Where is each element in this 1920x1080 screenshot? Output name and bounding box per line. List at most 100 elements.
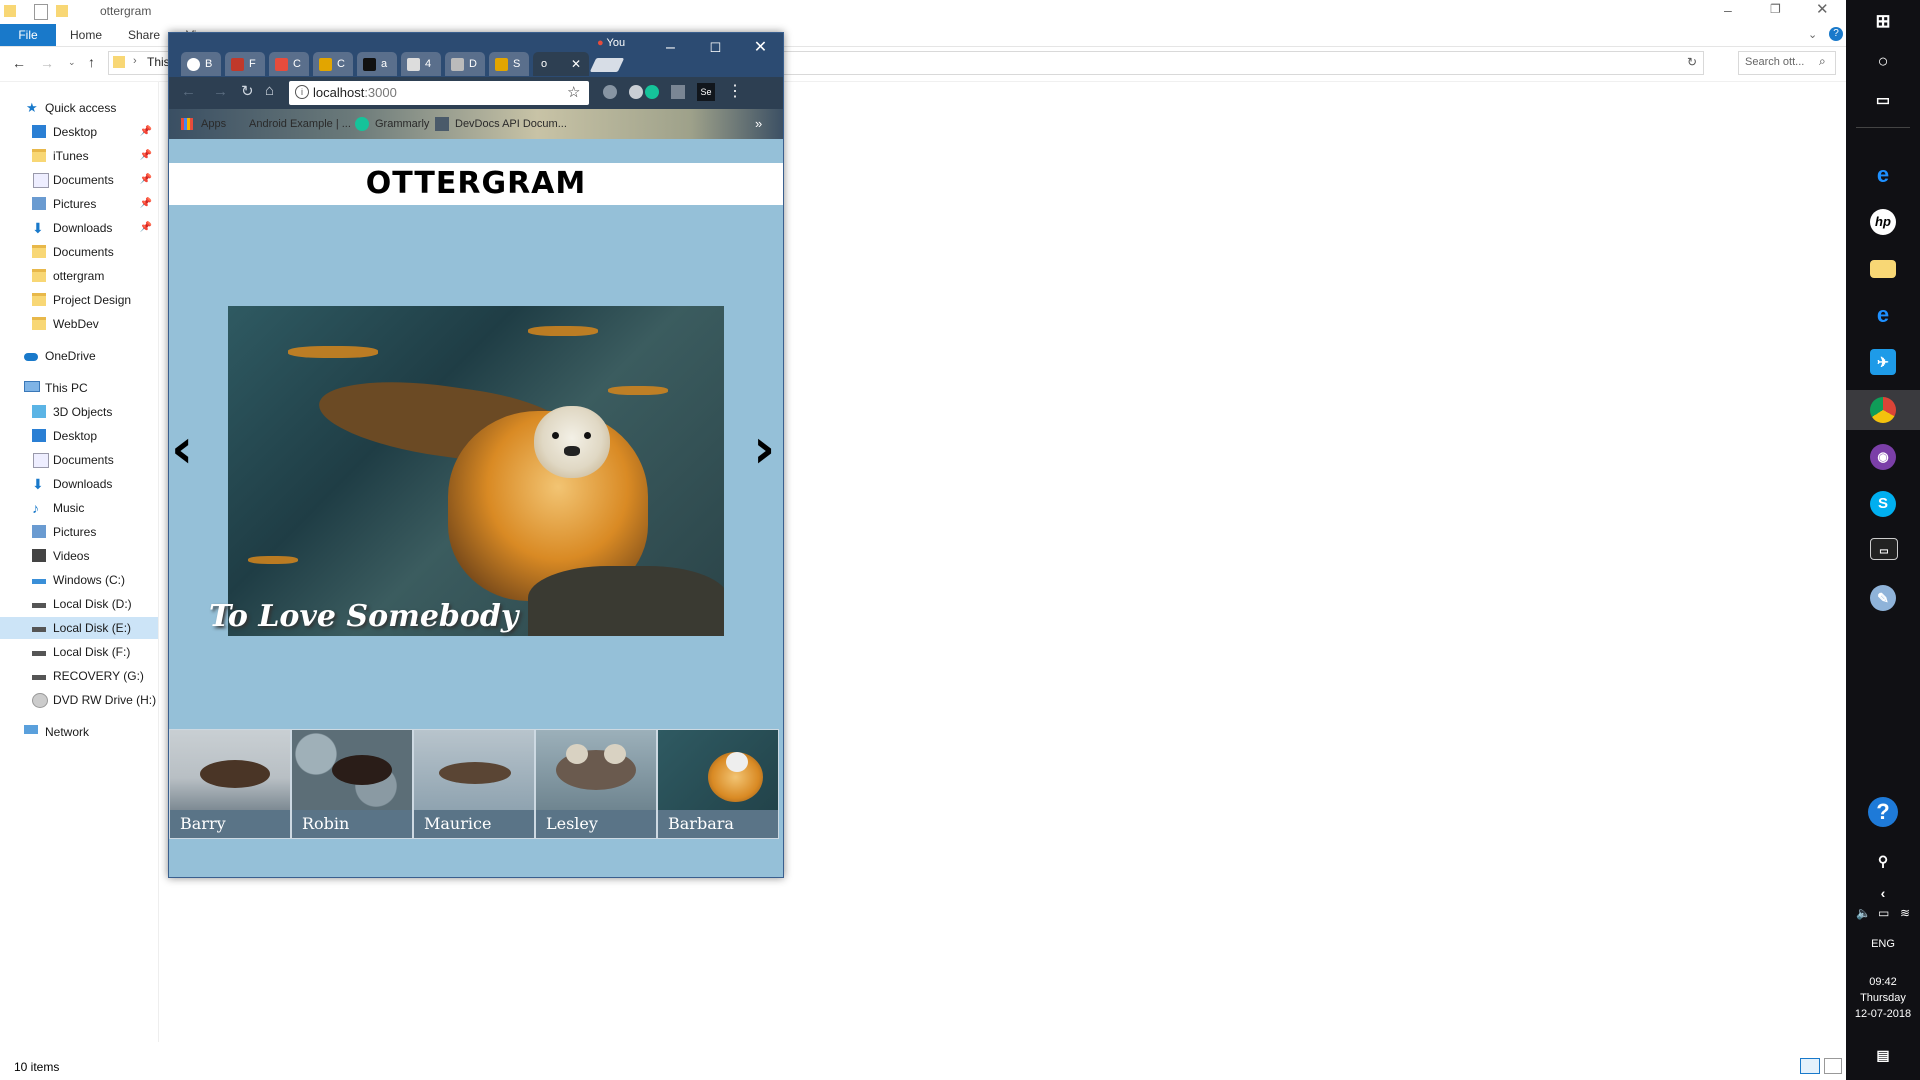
nav-item-ottergram[interactable]: ottergram bbox=[0, 265, 158, 287]
omnibox[interactable]: i localhost:3000 ☆ bbox=[289, 81, 589, 105]
previous-arrow-button[interactable]: ‹ bbox=[171, 422, 193, 476]
action-center-icon[interactable]: ▤ bbox=[1870, 1042, 1896, 1068]
nav-item-downloads[interactable]: ⬇ Downloads 📌 bbox=[0, 217, 158, 239]
restore-button[interactable]: ❐ bbox=[1770, 2, 1781, 16]
browser-tab[interactable]: a bbox=[357, 52, 397, 76]
profile-button[interactable]: ● You bbox=[597, 37, 625, 49]
pin-icon[interactable]: 📌 bbox=[140, 217, 152, 239]
task-view-icon[interactable]: ▭ bbox=[1870, 88, 1896, 114]
selenium-icon[interactable]: Se bbox=[697, 83, 715, 101]
tab-file[interactable]: File bbox=[0, 24, 56, 46]
help-icon[interactable]: ? bbox=[1829, 27, 1843, 41]
new-folder-icon[interactable] bbox=[56, 5, 68, 17]
battery-icon[interactable]: ▭ bbox=[1878, 906, 1889, 920]
close-button[interactable]: ✕ bbox=[738, 33, 783, 63]
minimize-button[interactable]: – bbox=[1724, 2, 1732, 18]
back-icon[interactable]: ← bbox=[181, 83, 196, 100]
nav-item-3d-objects[interactable]: 3D Objects bbox=[0, 401, 158, 423]
large-icons-view-icon[interactable] bbox=[1824, 1058, 1842, 1074]
forward-icon[interactable]: → bbox=[40, 55, 54, 71]
details-view-icon[interactable] bbox=[1800, 1058, 1820, 1074]
nav-item-recovery-g[interactable]: RECOVERY (G:) bbox=[0, 665, 158, 687]
apps-icon[interactable] bbox=[181, 118, 193, 130]
nav-item-webdev[interactable]: WebDev bbox=[0, 313, 158, 335]
new-tab-button[interactable] bbox=[589, 58, 625, 72]
nav-item-windows-c[interactable]: Windows (C:) bbox=[0, 569, 158, 591]
help-icon[interactable]: ? bbox=[1868, 797, 1898, 827]
bookmark-devdocs[interactable]: DevDocs API Docum... bbox=[455, 109, 567, 139]
ribbon-expand-icon[interactable]: ⌄ bbox=[1808, 28, 1817, 41]
tab-share[interactable]: Share bbox=[128, 24, 160, 46]
nav-item-disk-d[interactable]: Local Disk (D:) bbox=[0, 593, 158, 615]
store-app-icon[interactable]: ✈ bbox=[1870, 349, 1896, 375]
nav-this-pc[interactable]: This PC bbox=[0, 377, 158, 399]
language-indicator[interactable]: ENG bbox=[1846, 938, 1920, 950]
browser-tab[interactable]: C bbox=[269, 52, 309, 76]
thumbnail-item[interactable]: Maurice bbox=[413, 729, 535, 839]
grammarly-icon[interactable] bbox=[645, 85, 659, 99]
extension-icon[interactable] bbox=[629, 85, 643, 99]
clock-time[interactable]: 09:42 bbox=[1846, 976, 1920, 988]
nav-onedrive[interactable]: OneDrive bbox=[0, 345, 158, 367]
nav-item-project-design[interactable]: Project Design bbox=[0, 289, 158, 311]
github-desktop-icon[interactable]: ◉ bbox=[1870, 444, 1896, 470]
chrome-icon[interactable] bbox=[1870, 397, 1896, 423]
thumbnail-item[interactable]: Barbara bbox=[657, 729, 779, 839]
refresh-icon[interactable]: ↻ bbox=[1687, 55, 1697, 69]
skype-icon[interactable]: S bbox=[1870, 491, 1896, 517]
nav-item-documents-pc[interactable]: Documents bbox=[0, 449, 158, 471]
nav-item-dvd-h[interactable]: DVD RW Drive (H:) I bbox=[0, 689, 158, 711]
wifi-icon[interactable]: ≋ bbox=[1900, 906, 1910, 920]
extension-icon[interactable] bbox=[603, 85, 617, 99]
pin-icon[interactable]: 📌 bbox=[140, 121, 152, 143]
file-explorer-icon[interactable] bbox=[1870, 260, 1896, 278]
bookmark-apps[interactable]: Apps bbox=[201, 109, 226, 139]
close-tab-icon[interactable]: ✕ bbox=[571, 52, 581, 76]
recent-icon[interactable]: ⌄ bbox=[68, 57, 76, 68]
hp-icon[interactable]: hp bbox=[1870, 209, 1896, 235]
nav-item-pictures[interactable]: Pictures 📌 bbox=[0, 193, 158, 215]
nav-item-itunes[interactable]: iTunes 📌 bbox=[0, 145, 158, 167]
active-browser-tab[interactable]: o ✕ bbox=[533, 52, 589, 76]
extension-icon[interactable] bbox=[671, 85, 685, 99]
reload-icon[interactable]: ↻ bbox=[241, 82, 254, 100]
nav-item-disk-e[interactable]: Local Disk (E:) bbox=[0, 617, 158, 639]
nav-item-disk-f[interactable]: Local Disk (F:) bbox=[0, 641, 158, 663]
bookmark-star-icon[interactable]: ☆ bbox=[567, 83, 580, 101]
maximize-button[interactable]: ☐ bbox=[693, 33, 738, 63]
nav-item-desktop[interactable]: Desktop 📌 bbox=[0, 121, 158, 143]
nav-item-downloads-pc[interactable]: ⬇ Downloads bbox=[0, 473, 158, 495]
thumbnail-item[interactable]: Robin bbox=[291, 729, 413, 839]
minimize-button[interactable]: – bbox=[648, 33, 693, 63]
terminal-icon[interactable]: ▭ bbox=[1870, 538, 1898, 560]
back-icon[interactable]: ← bbox=[12, 55, 26, 71]
thumbnail-item[interactable]: Barry bbox=[169, 729, 291, 839]
clock-date[interactable]: 12-07-2018 bbox=[1846, 1008, 1920, 1020]
pin-icon[interactable]: 📌 bbox=[140, 193, 152, 215]
volume-icon[interactable]: 🔈 bbox=[1856, 906, 1871, 920]
up-icon[interactable]: ↑ bbox=[88, 54, 95, 70]
people-icon[interactable]: ⚲ bbox=[1870, 848, 1896, 874]
forward-icon[interactable]: → bbox=[213, 83, 228, 100]
clock-day[interactable]: Thursday bbox=[1846, 992, 1920, 1004]
nav-item-videos[interactable]: Videos bbox=[0, 545, 158, 567]
internet-explorer-icon[interactable]: e bbox=[1870, 302, 1896, 328]
show-hidden-icons-icon[interactable]: ‹ bbox=[1870, 880, 1896, 906]
menu-icon[interactable]: ⋮ bbox=[727, 81, 743, 101]
browser-tab[interactable]: B bbox=[181, 52, 221, 76]
browser-tab[interactable]: C bbox=[313, 52, 353, 76]
tab-home[interactable]: Home bbox=[70, 24, 102, 46]
nav-item-music[interactable]: ♪ Music bbox=[0, 497, 158, 519]
close-button[interactable]: ✕ bbox=[1816, 0, 1829, 18]
home-icon[interactable]: ⌂ bbox=[265, 82, 274, 99]
pin-icon[interactable]: 📌 bbox=[140, 145, 152, 167]
search-box[interactable]: Search ott... ⌕ bbox=[1738, 51, 1836, 75]
nav-item-documents[interactable]: Documents 📌 bbox=[0, 169, 158, 191]
cortana-icon[interactable]: ○ bbox=[1870, 48, 1896, 74]
properties-icon[interactable] bbox=[34, 4, 48, 20]
bookmark-grammarly[interactable]: Grammarly bbox=[375, 109, 429, 139]
browser-tab[interactable]: D bbox=[445, 52, 485, 76]
paint-icon[interactable]: ✎ bbox=[1870, 585, 1896, 611]
url-text[interactable]: localhost:3000 bbox=[313, 85, 397, 100]
nav-network[interactable]: Network bbox=[0, 721, 158, 743]
